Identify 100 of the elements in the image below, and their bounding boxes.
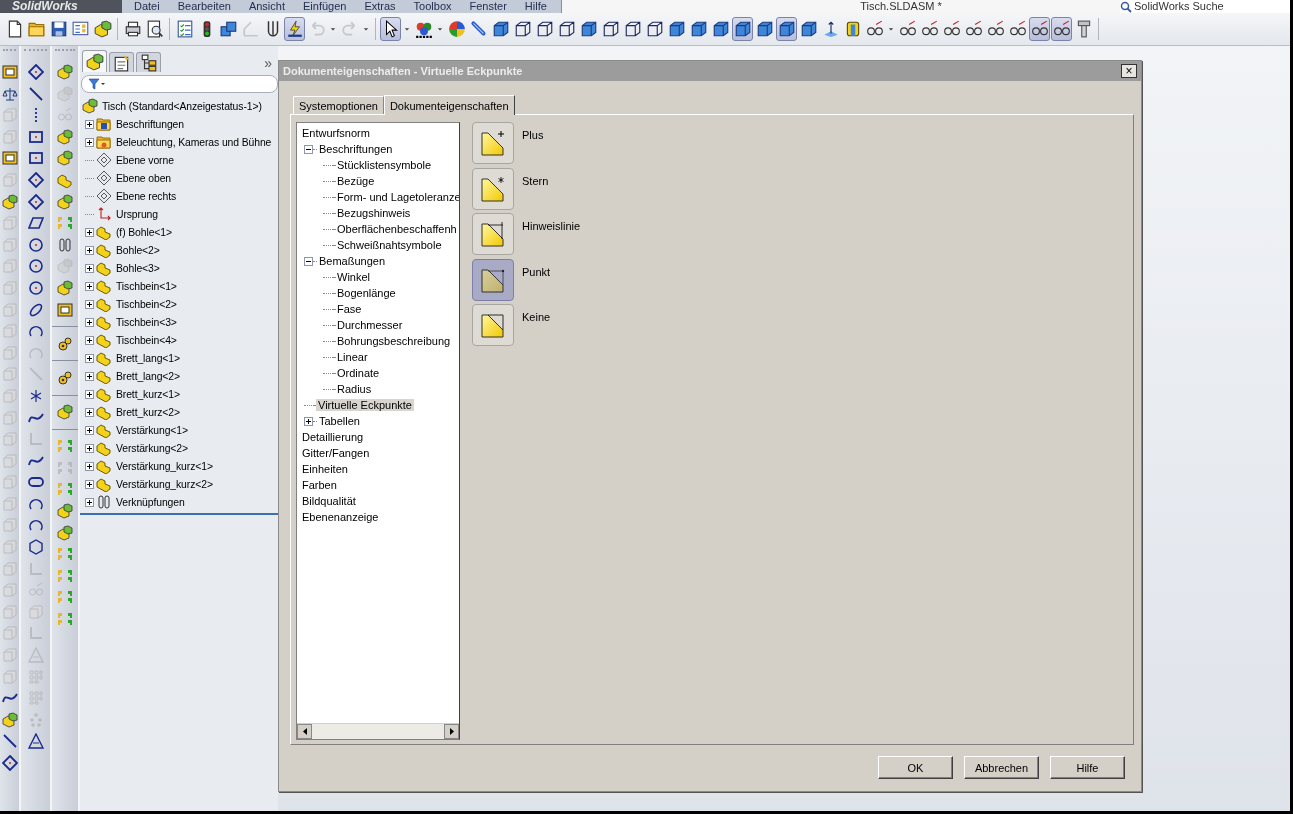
- rectangle-icon[interactable]: [27, 128, 44, 145]
- hexagon-icon[interactable]: [27, 539, 44, 556]
- expand-toggle[interactable]: [85, 371, 94, 381]
- dialog-button[interactable]: Abbrechen: [964, 756, 1039, 779]
- expand-toggle[interactable]: [85, 497, 94, 507]
- tree-item[interactable]: Ursprung: [114, 208, 160, 220]
- tree-item[interactable]: Bohle<2>: [114, 244, 162, 256]
- option-button[interactable]: [472, 304, 514, 346]
- menu-item[interactable]: Hilfe: [524, 0, 547, 13]
- assembly-icon[interactable]: [57, 503, 73, 520]
- tree-item[interactable]: Schweißnahtsymbole: [335, 239, 444, 251]
- tree-item[interactable]: Brett_lang<2>: [114, 370, 182, 382]
- panel-tab[interactable]: [109, 52, 134, 72]
- line-icon[interactable]: [27, 85, 44, 102]
- tree-item[interactable]: Tisch (Standard<Anzeigestatus-1>): [100, 100, 264, 112]
- expand-toggle[interactable]: [85, 443, 94, 453]
- collapse-toggle[interactable]: [304, 256, 313, 266]
- folder-icon[interactable]: [96, 116, 112, 132]
- expand-toggle[interactable]: [85, 317, 94, 327]
- tree-item[interactable]: Ebene vorne: [114, 154, 176, 166]
- part-icon[interactable]: [96, 476, 112, 492]
- tree-item[interactable]: Tischbein<3>: [114, 316, 179, 328]
- search-field[interactable]: SolidWorks Suche: [1120, 0, 1290, 13]
- window-icon[interactable]: [57, 301, 73, 318]
- menu-item[interactable]: Toolbox: [413, 0, 452, 13]
- assembly-icon[interactable]: [57, 404, 73, 421]
- collapse-toggle[interactable]: [304, 144, 313, 154]
- origin-icon[interactable]: [96, 206, 112, 222]
- menu-item[interactable]: Einfügen: [303, 0, 347, 13]
- scroll-left-button[interactable]: [297, 724, 312, 739]
- ellipse-icon[interactable]: [27, 301, 44, 318]
- tree-item[interactable]: Brett_kurz<1>: [114, 388, 182, 400]
- dialog-tab[interactable]: Systemoptionen: [293, 96, 384, 114]
- more-chevron[interactable]: »: [264, 54, 272, 72]
- part-icon[interactable]: [96, 368, 112, 384]
- toolbar-button[interactable]: [1051, 17, 1072, 41]
- tree-item[interactable]: Oberflächenbeschaffenh: [335, 223, 459, 235]
- panel-tab[interactable]: [136, 52, 161, 72]
- tree-item[interactable]: Beschriftungen: [114, 118, 186, 130]
- tree-item[interactable]: Stücklistensymbole: [335, 159, 434, 171]
- option-button[interactable]: [472, 167, 514, 210]
- circle-icon[interactable]: [27, 258, 44, 275]
- tree-item[interactable]: Beschriftungen: [317, 143, 395, 155]
- diamond-icon[interactable]: [27, 64, 44, 80]
- expand-toggle[interactable]: [85, 407, 94, 417]
- triangle-icon[interactable]: [27, 733, 44, 750]
- circle-icon[interactable]: [27, 236, 44, 253]
- tree-item[interactable]: Linear: [335, 351, 370, 363]
- tree-item[interactable]: Beleuchtung, Kameras und Bühne: [114, 136, 274, 148]
- menu-item[interactable]: Bearbeiten: [177, 0, 231, 13]
- menu-item[interactable]: Extras: [364, 0, 396, 13]
- tree-item[interactable]: Durchmesser: [335, 319, 405, 331]
- tree-item[interactable]: Bildqualität: [300, 495, 358, 507]
- expand-toggle[interactable]: [85, 227, 94, 237]
- tree-item[interactable]: Tischbein<4>: [114, 334, 179, 346]
- tree-item[interactable]: Ebene rechts: [114, 190, 179, 202]
- diamond-icon[interactable]: [27, 193, 44, 210]
- tree-item[interactable]: Ebene oben: [114, 172, 174, 184]
- expand-toggle[interactable]: [85, 461, 94, 471]
- part-icon[interactable]: [96, 224, 112, 240]
- dialog-tab[interactable]: Dokumenteigenschaften: [383, 95, 515, 115]
- gear-icon[interactable]: [57, 335, 73, 352]
- part-icon[interactable]: [96, 440, 112, 456]
- plane-icon[interactable]: [96, 170, 112, 186]
- gear-icon[interactable]: [57, 369, 73, 386]
- assembly-icon[interactable]: [57, 128, 73, 145]
- part-icon[interactable]: [96, 242, 112, 258]
- filter-field[interactable]: [81, 75, 278, 93]
- tree-item[interactable]: Entwurfsnorm: [300, 127, 372, 139]
- part-icon[interactable]: [96, 404, 112, 420]
- scale-icon[interactable]: [1, 85, 18, 102]
- dialog-button[interactable]: Hilfe: [1050, 756, 1125, 779]
- menu-item[interactable]: Ansicht: [248, 0, 285, 13]
- assembly-icon[interactable]: [57, 64, 73, 80]
- option-button[interactable]: [472, 213, 514, 255]
- tree-item[interactable]: Verstärkung<1>: [114, 424, 190, 436]
- assembly-icon[interactable]: [57, 524, 73, 541]
- expand-toggle[interactable]: [85, 335, 94, 345]
- expand-toggle[interactable]: [85, 299, 94, 309]
- tree-item[interactable]: Winkel: [335, 271, 372, 283]
- window-icon[interactable]: [1, 64, 18, 80]
- toolbar-button[interactable]: [380, 17, 401, 41]
- tree-item[interactable]: Einheiten: [300, 463, 350, 475]
- circle-icon[interactable]: [27, 279, 44, 296]
- toolbar-button[interactable]: [776, 17, 797, 41]
- tree-item[interactable]: Verstärkung<2>: [114, 442, 190, 454]
- tree-item[interactable]: Tischbein<1>: [114, 280, 179, 292]
- tree-item[interactable]: Verstärkung_kurz<1>: [114, 460, 215, 472]
- plane-icon[interactable]: [96, 188, 112, 204]
- tree-item[interactable]: Tabellen: [317, 415, 362, 427]
- horizontal-scrollbar[interactable]: [297, 723, 459, 739]
- tree-item[interactable]: Bezüge: [335, 175, 377, 187]
- assembly-icon[interactable]: [82, 98, 98, 114]
- paperclip-icon[interactable]: [57, 236, 73, 253]
- toolbar-button[interactable]: [732, 17, 753, 41]
- part-icon[interactable]: [96, 422, 112, 438]
- plane-icon[interactable]: [96, 152, 112, 168]
- toolbar-button[interactable]: [284, 17, 305, 41]
- tree-item[interactable]: Bohle<3>: [114, 262, 162, 274]
- menu-item[interactable]: Fenster: [469, 0, 507, 13]
